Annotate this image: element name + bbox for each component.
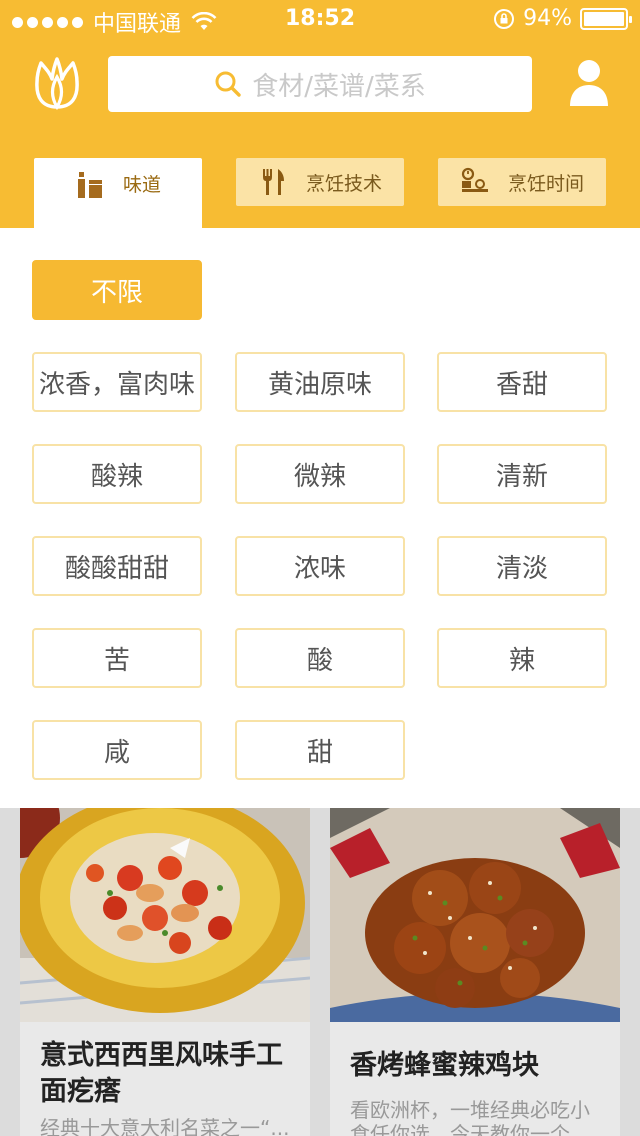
filter-option[interactable]: 苦	[32, 628, 202, 688]
filter-option[interactable]: 辣	[437, 628, 607, 688]
recipe-title: 意式西西里风味手工面疙瘩	[40, 1040, 283, 1107]
filter-option[interactable]: 浓香，富肉味	[32, 352, 202, 412]
search-placeholder: 食材/菜谱/菜系	[252, 71, 426, 102]
filter-option[interactable]: 黄油原味	[235, 352, 405, 412]
battery-percent: 94%	[523, 6, 572, 31]
tab-cooking-time[interactable]: 烹饪时间	[438, 158, 606, 206]
utensils-icon	[262, 169, 284, 195]
filter-option[interactable]: 浓味	[235, 536, 405, 596]
recipe-grid: 意式西西里风味手工面疙瘩 经典十大意大利名菜之一“... 香烤蜂蜜辣鸡块 看欧洲…	[0, 808, 640, 1136]
battery-group: 94%	[493, 6, 632, 31]
timer-scale-icon	[461, 167, 488, 192]
filter-option[interactable]: 酸辣	[32, 444, 202, 504]
filter-option-any[interactable]: 不限	[32, 260, 202, 320]
recipe-title: 香烤蜂蜜辣鸡块	[350, 1050, 539, 1081]
tab-label: 味道	[122, 174, 161, 196]
flavor-filter-panel: 不限 浓香，富肉味 黄油原味 香甜 酸辣 微辣 清新 酸酸甜甜 浓味 清淡 苦 …	[0, 228, 640, 808]
filter-option[interactable]: 香甜	[437, 352, 607, 412]
filter-option[interactable]: 酸	[235, 628, 405, 688]
filter-option[interactable]: 酸酸甜甜	[32, 536, 202, 596]
pasta-photo	[20, 808, 310, 1022]
recipe-description: 经典十大意大利名菜之一“...	[40, 1116, 290, 1136]
recipe-card[interactable]: 意式西西里风味手工面疙瘩 经典十大意大利名菜之一“...	[20, 808, 310, 1136]
tab-cooking-technique[interactable]: 烹饪技术	[236, 158, 404, 206]
rotation-lock-icon	[494, 8, 515, 29]
filter-option[interactable]: 甜	[235, 720, 405, 780]
tab-flavor[interactable]: 味道	[34, 158, 202, 228]
seasoning-bottles-icon	[77, 172, 102, 198]
search-icon	[215, 71, 241, 97]
filter-option[interactable]: 咸	[32, 720, 202, 780]
tab-label: 烹饪时间	[507, 172, 584, 195]
status-bar: 中国联通 18:52 94%	[0, 0, 640, 40]
filter-option[interactable]: 清新	[437, 444, 607, 504]
recipe-description: 看欧洲杯，一堆经典必吃小食任你选，今天教你一个...	[350, 1098, 590, 1136]
recipe-card[interactable]: 香烤蜂蜜辣鸡块 看欧洲杯，一堆经典必吃小食任你选，今天教你一个...	[330, 808, 620, 1136]
tab-label: 烹饪技术	[305, 172, 382, 195]
filter-option[interactable]: 微辣	[235, 444, 405, 504]
battery-icon	[580, 7, 632, 30]
app-header: 中国联通 18:52 94% 食材/菜谱/菜系 味道 烹饪技术 烹饪时间	[0, 0, 640, 228]
recipe-photo	[330, 808, 620, 1022]
search-input[interactable]: 食材/菜谱/菜系	[108, 56, 532, 112]
filter-option[interactable]: 清淡	[437, 536, 607, 596]
chicken-photo	[330, 808, 620, 1022]
recipe-photo	[20, 808, 310, 1022]
tulip-logo-icon[interactable]	[32, 57, 82, 111]
user-icon[interactable]	[568, 58, 610, 108]
